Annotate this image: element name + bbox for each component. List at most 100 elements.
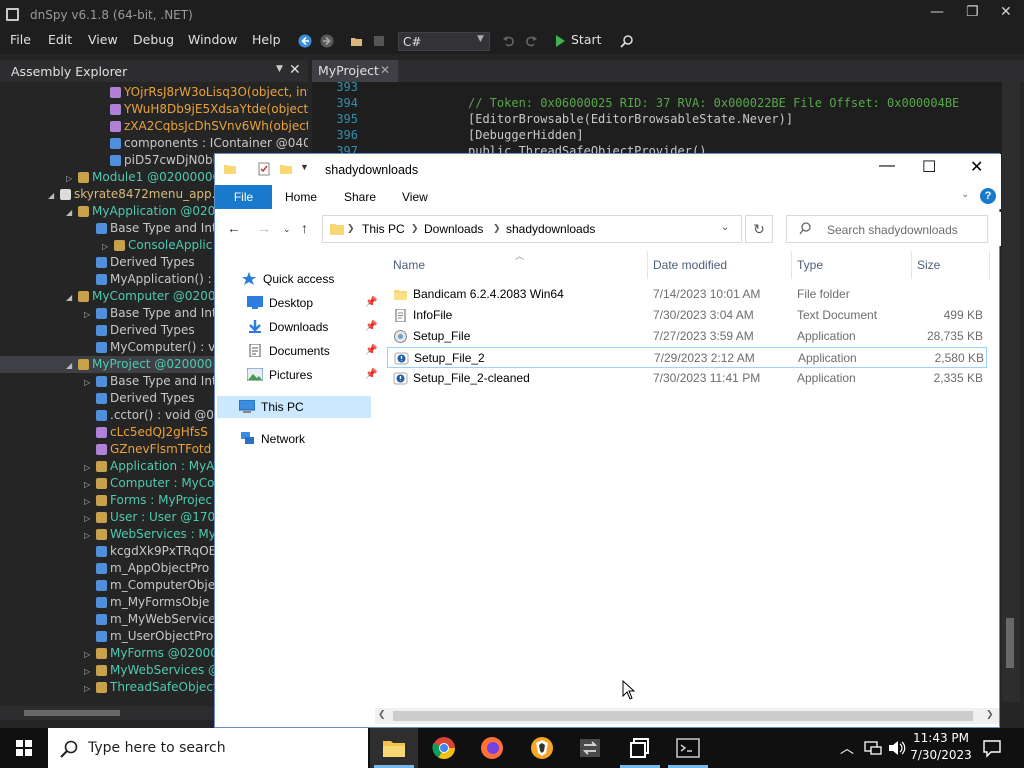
customize-toolbar-icon[interactable]: ▼ bbox=[300, 162, 314, 176]
nav-this-pc[interactable]: This PC bbox=[217, 396, 371, 418]
notifications-icon[interactable] bbox=[982, 738, 1002, 758]
tree-node[interactable]: ▷ User : User @170 bbox=[84, 509, 215, 526]
maximize-icon[interactable]: ❐ bbox=[966, 4, 979, 20]
tab-close-icon[interactable]: ✕ bbox=[380, 63, 390, 77]
help-icon[interactable]: ? bbox=[980, 188, 996, 204]
code-vertical-scrollbar[interactable] bbox=[1002, 82, 1020, 702]
nav-documents[interactable]: Documents 📌 bbox=[247, 340, 377, 362]
recent-locations-icon[interactable]: ⌄ bbox=[283, 224, 291, 235]
new-folder-icon[interactable] bbox=[279, 162, 293, 176]
scroll-right-icon[interactable]: ❯ bbox=[986, 709, 994, 720]
tree-node[interactable]: ▷ Application : MyA bbox=[84, 458, 214, 475]
breadcrumb-shadydownloads[interactable]: shadydownloads bbox=[506, 222, 595, 236]
collapsed-arrow-icon[interactable]: ▷ bbox=[84, 646, 96, 663]
menu-file[interactable]: File bbox=[10, 32, 31, 47]
panel-menu-icon[interactable]: ▼ bbox=[276, 64, 283, 74]
taskbar-clock[interactable]: 11:43 PM 7/30/2023 bbox=[908, 730, 974, 764]
tree-node[interactable]: ◢ MyComputer @02000 bbox=[66, 288, 223, 305]
tree-node[interactable]: ◢ skyrate8472menu_app.M bbox=[48, 186, 226, 203]
network-icon[interactable] bbox=[864, 740, 882, 756]
tab-myproject[interactable]: MyProject ✕ bbox=[312, 60, 398, 82]
tree-node[interactable]: ▷ MyWebServices @ bbox=[84, 662, 220, 679]
menu-help[interactable]: Help bbox=[252, 32, 281, 47]
scroll-thumb[interactable] bbox=[24, 710, 120, 716]
search-box[interactable]: Search shadydownloads bbox=[786, 215, 988, 243]
chrome-taskbar-icon[interactable] bbox=[420, 728, 468, 768]
scroll-left-icon[interactable]: ❮ bbox=[378, 709, 386, 720]
tree-node[interactable]: m_MyFormsObje bbox=[84, 594, 209, 611]
breadcrumb-downloads[interactable]: Downloads bbox=[424, 222, 483, 236]
nav-desktop[interactable]: Desktop 📌 bbox=[247, 292, 377, 314]
tree-node[interactable]: Derived Types bbox=[84, 390, 195, 407]
back-arrow-icon[interactable]: ← bbox=[227, 220, 241, 236]
nav-downloads[interactable]: Downloads 📌 bbox=[247, 316, 377, 338]
close-icon[interactable]: ✕ bbox=[1000, 4, 1012, 20]
tree-node[interactable]: MyComputer() : v bbox=[84, 339, 215, 356]
scroll-thumb[interactable] bbox=[1006, 618, 1014, 668]
menu-debug[interactable]: Debug bbox=[133, 32, 174, 47]
volume-icon[interactable] bbox=[888, 740, 906, 756]
open-folder-icon[interactable] bbox=[350, 34, 364, 48]
file-row[interactable]: InfoFile 7/30/2023 3:04 AM Text Document 49… bbox=[387, 305, 987, 326]
show-hidden-icons-chevron-icon[interactable]: ︿ bbox=[840, 738, 854, 758]
tree-node[interactable]: ▷ MyForms @020000 bbox=[84, 645, 226, 662]
file-row[interactable]: Bandicam 6.2.4.2083 Win64 7/14/2023 10:01… bbox=[387, 284, 987, 305]
tree-node[interactable]: ▷ Module1 @0200000C bbox=[66, 169, 221, 186]
tree-node[interactable]: YOjrRsJ8rW3oLisq3O(object, int) bbox=[98, 84, 308, 101]
tree-node[interactable]: m_AppObjectPro bbox=[84, 560, 209, 577]
language-dropdown[interactable]: C# ▼ bbox=[398, 32, 490, 51]
column-divider[interactable] bbox=[911, 251, 912, 279]
undo-icon[interactable] bbox=[502, 34, 516, 48]
file-row[interactable]: Setup_File_2 7/29/2023 2:12 AM Application… bbox=[387, 347, 987, 368]
tree-node[interactable]: components : IContainer @0400 bbox=[98, 135, 308, 152]
tree-node[interactable]: kcgdXk9PxTRqOE bbox=[84, 543, 216, 560]
tree-node[interactable]: ▷ ConsoleApplic bbox=[102, 237, 212, 254]
tab-file[interactable]: File bbox=[215, 185, 272, 209]
column-divider[interactable] bbox=[989, 251, 990, 279]
collapsed-arrow-icon[interactable]: ▷ bbox=[84, 680, 96, 697]
start-debugging-button[interactable]: Start bbox=[556, 32, 602, 47]
brave-taskbar-icon[interactable] bbox=[518, 728, 566, 768]
nav-network[interactable]: Network bbox=[239, 428, 305, 450]
collapsed-arrow-icon[interactable]: ▷ bbox=[84, 306, 96, 323]
file-explorer-taskbar-icon[interactable] bbox=[370, 728, 418, 768]
tree-node[interactable]: ▷ Forms : MyProjec bbox=[84, 492, 212, 509]
tree-node[interactable]: ◢ MyApplication @020 bbox=[66, 203, 215, 220]
collapsed-arrow-icon[interactable]: ▷ bbox=[84, 510, 96, 527]
collapsed-arrow-icon[interactable]: ▷ bbox=[84, 476, 96, 493]
collapsed-arrow-icon[interactable]: ▷ bbox=[84, 527, 96, 544]
menu-edit[interactable]: Edit bbox=[48, 32, 72, 47]
expanded-arrow-icon[interactable]: ◢ bbox=[66, 289, 78, 306]
search-icon[interactable] bbox=[620, 34, 634, 48]
expanded-arrow-icon[interactable]: ◢ bbox=[48, 187, 60, 204]
up-arrow-icon[interactable]: ↑ bbox=[301, 220, 308, 236]
minimize-icon[interactable]: — bbox=[879, 157, 895, 175]
firefox-taskbar-icon[interactable] bbox=[468, 728, 516, 768]
task-switcher-taskbar-icon[interactable] bbox=[566, 728, 614, 768]
expanded-arrow-icon[interactable]: ◢ bbox=[66, 357, 78, 374]
tree-node[interactable]: MyApplication() : bbox=[84, 271, 212, 288]
properties-icon[interactable] bbox=[257, 162, 271, 176]
code-editor[interactable]: 393 394 // Token: 0x06000025 RID: 37 RVA: … bbox=[312, 82, 1002, 162]
redo-icon[interactable] bbox=[524, 34, 538, 48]
navigate-back-icon[interactable] bbox=[298, 34, 312, 48]
address-dropdown-icon[interactable]: ⌄ bbox=[721, 222, 729, 233]
tab-share[interactable]: Share bbox=[344, 190, 376, 204]
menu-view[interactable]: View bbox=[88, 32, 118, 47]
minimize-icon[interactable]: — bbox=[930, 4, 944, 20]
breadcrumb-this-pc[interactable]: This PC bbox=[362, 222, 405, 236]
tree-node[interactable]: ▷ Base Type and Int bbox=[84, 305, 217, 322]
refresh-icon[interactable]: ↻ bbox=[745, 215, 773, 243]
address-bar[interactable]: ❯ This PC ❯ Downloads ❯ shadydownloads ⌄ bbox=[322, 215, 742, 243]
expanded-arrow-icon[interactable]: ◢ bbox=[66, 204, 78, 221]
tree-node[interactable]: YWuH8Db9jE5XdsaYtde(object, bbox=[98, 101, 308, 118]
tab-view[interactable]: View bbox=[402, 190, 428, 204]
column-header-type[interactable]: Type bbox=[797, 258, 823, 272]
collapsed-arrow-icon[interactable]: ▷ bbox=[102, 238, 114, 255]
file-list-horizontal-scrollbar[interactable]: ❮ ❯ bbox=[375, 708, 999, 724]
terminal-taskbar-icon[interactable] bbox=[664, 728, 712, 768]
expand-ribbon-icon[interactable]: ⌄ bbox=[961, 189, 969, 200]
tree-node[interactable]: piD57cwDjN0bF0 bbox=[98, 152, 227, 169]
tree-node[interactable]: .cctor() : void @0 bbox=[84, 407, 214, 424]
forward-arrow-icon[interactable]: → bbox=[257, 220, 271, 236]
